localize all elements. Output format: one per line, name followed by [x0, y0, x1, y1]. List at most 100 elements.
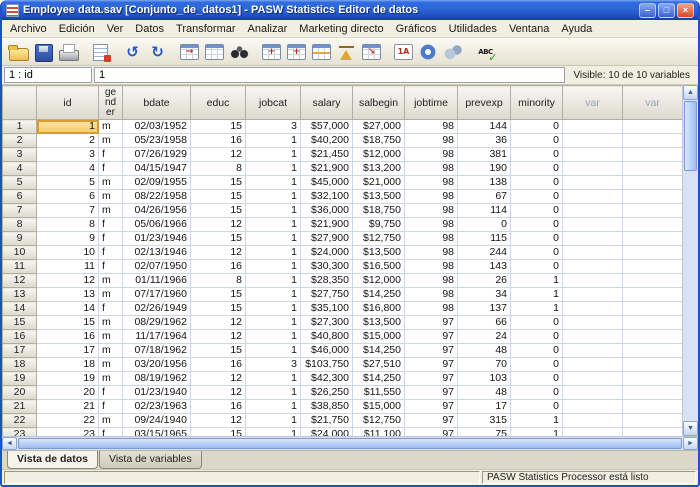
row-header-7[interactable]: 7	[3, 204, 37, 218]
cell-gender-row10[interactable]: f	[99, 246, 123, 260]
cell-educ-row23[interactable]: 15	[191, 428, 246, 437]
cell-minority-row11[interactable]: 0	[511, 260, 563, 274]
cell-gender-row6[interactable]: m	[99, 190, 123, 204]
cell-prevexp-row4[interactable]: 190	[458, 162, 511, 176]
cell-id-row6[interactable]: 6	[37, 190, 99, 204]
cell-jobtime-row22[interactable]: 97	[405, 414, 458, 428]
cell-salbegin-row23[interactable]: $11,100	[353, 428, 405, 437]
cell-id-row23[interactable]: 23	[37, 428, 99, 437]
cell-var2-row8[interactable]	[623, 218, 683, 232]
menu-ayuda[interactable]: Ayuda	[555, 21, 598, 37]
cell-id-row17[interactable]: 17	[37, 344, 99, 358]
cell-var1-row3[interactable]	[563, 148, 623, 162]
cell-jobtime-row9[interactable]: 98	[405, 232, 458, 246]
cell-var1-row20[interactable]	[563, 386, 623, 400]
row-header-16[interactable]: 16	[3, 330, 37, 344]
cell-educ-row3[interactable]: 12	[191, 148, 246, 162]
cell-minority-row16[interactable]: 0	[511, 330, 563, 344]
cell-gender-row15[interactable]: m	[99, 316, 123, 330]
cell-salary-row9[interactable]: $27,900	[301, 232, 353, 246]
cell-prevexp-row16[interactable]: 24	[458, 330, 511, 344]
cell-id-row5[interactable]: 5	[37, 176, 99, 190]
cell-bdate-row4[interactable]: 04/15/1947	[123, 162, 191, 176]
vertical-scroll-thumb[interactable]	[684, 101, 697, 171]
cell-salary-row16[interactable]: $40,800	[301, 330, 353, 344]
cell-var2-row10[interactable]	[623, 246, 683, 260]
menu-datos[interactable]: Datos	[129, 21, 170, 37]
cell-id-row15[interactable]: 15	[37, 316, 99, 330]
cell-minority-row23[interactable]: 1	[511, 428, 563, 437]
horizontal-scrollbar[interactable]: ◄ ►	[2, 436, 698, 450]
tab-variable-view[interactable]: Vista de variables	[99, 451, 202, 469]
spell-check-icon[interactable]: ABC	[474, 42, 497, 62]
cell-minority-row13[interactable]: 1	[511, 288, 563, 302]
cell-var2-row20[interactable]	[623, 386, 683, 400]
cell-editor-input[interactable]: 1	[94, 67, 565, 83]
cell-salbegin-row6[interactable]: $13,500	[353, 190, 405, 204]
cell-minority-row14[interactable]: 1	[511, 302, 563, 316]
cell-salbegin-row8[interactable]: $9,750	[353, 218, 405, 232]
select-cases-icon[interactable]: ↘	[362, 44, 381, 60]
cell-minority-row21[interactable]: 0	[511, 400, 563, 414]
row-header-12[interactable]: 12	[3, 274, 37, 288]
cell-var2-row9[interactable]	[623, 232, 683, 246]
cell-minority-row12[interactable]: 1	[511, 274, 563, 288]
cell-salbegin-row12[interactable]: $12,000	[353, 274, 405, 288]
cell-gender-row19[interactable]: m	[99, 372, 123, 386]
cell-salbegin-row1[interactable]: $27,000	[353, 120, 405, 134]
cell-educ-row4[interactable]: 8	[191, 162, 246, 176]
cell-minority-row9[interactable]: 0	[511, 232, 563, 246]
cell-prevexp-row15[interactable]: 66	[458, 316, 511, 330]
cell-id-row7[interactable]: 7	[37, 204, 99, 218]
cell-salary-row22[interactable]: $21,750	[301, 414, 353, 428]
column-header-var2[interactable]: var	[623, 86, 683, 120]
cell-gender-row17[interactable]: m	[99, 344, 123, 358]
cell-educ-row20[interactable]: 12	[191, 386, 246, 400]
cell-jobcat-row17[interactable]: 1	[246, 344, 301, 358]
cell-prevexp-row13[interactable]: 34	[458, 288, 511, 302]
cell-educ-row15[interactable]: 12	[191, 316, 246, 330]
cell-id-row18[interactable]: 18	[37, 358, 99, 372]
cell-jobtime-row7[interactable]: 98	[405, 204, 458, 218]
cell-prevexp-row17[interactable]: 48	[458, 344, 511, 358]
cell-gender-row4[interactable]: f	[99, 162, 123, 176]
cell-bdate-row12[interactable]: 01/11/1966	[123, 274, 191, 288]
cell-prevexp-row1[interactable]: 144	[458, 120, 511, 134]
maximize-button[interactable]: □	[658, 3, 675, 18]
cell-var2-row4[interactable]	[623, 162, 683, 176]
cell-jobcat-row7[interactable]: 1	[246, 204, 301, 218]
insert-cases-icon[interactable]: +	[262, 44, 281, 60]
cell-var2-row14[interactable]	[623, 302, 683, 316]
cell-prevexp-row14[interactable]: 137	[458, 302, 511, 316]
cell-var1-row15[interactable]	[563, 316, 623, 330]
cell-gender-row13[interactable]: m	[99, 288, 123, 302]
cell-gender-row3[interactable]: f	[99, 148, 123, 162]
cell-salbegin-row5[interactable]: $21,000	[353, 176, 405, 190]
cell-minority-row7[interactable]: 0	[511, 204, 563, 218]
vertical-scroll-track[interactable]	[683, 172, 698, 421]
cell-gender-row7[interactable]: m	[99, 204, 123, 218]
cell-minority-row3[interactable]: 0	[511, 148, 563, 162]
cell-var2-row12[interactable]	[623, 274, 683, 288]
row-header-23[interactable]: 23	[3, 428, 37, 437]
cell-var1-row12[interactable]	[563, 274, 623, 288]
column-header-prevexp[interactable]: prevexp	[458, 86, 511, 120]
cell-var2-row16[interactable]	[623, 330, 683, 344]
cell-minority-row1[interactable]: 0	[511, 120, 563, 134]
column-header-var1[interactable]: var	[563, 86, 623, 120]
row-header-6[interactable]: 6	[3, 190, 37, 204]
cell-jobcat-row8[interactable]: 1	[246, 218, 301, 232]
cell-bdate-row7[interactable]: 04/26/1956	[123, 204, 191, 218]
cell-var2-row6[interactable]	[623, 190, 683, 204]
corner-cell[interactable]	[3, 86, 37, 120]
cell-gender-row22[interactable]: m	[99, 414, 123, 428]
cell-var1-row10[interactable]	[563, 246, 623, 260]
cell-educ-row6[interactable]: 15	[191, 190, 246, 204]
cell-var2-row1[interactable]	[623, 120, 683, 134]
cell-salbegin-row13[interactable]: $14,250	[353, 288, 405, 302]
cell-prevexp-row19[interactable]: 103	[458, 372, 511, 386]
cell-id-row20[interactable]: 20	[37, 386, 99, 400]
cell-educ-row16[interactable]: 12	[191, 330, 246, 344]
scroll-down-icon[interactable]: ▼	[683, 421, 698, 436]
cell-salbegin-row17[interactable]: $14,250	[353, 344, 405, 358]
